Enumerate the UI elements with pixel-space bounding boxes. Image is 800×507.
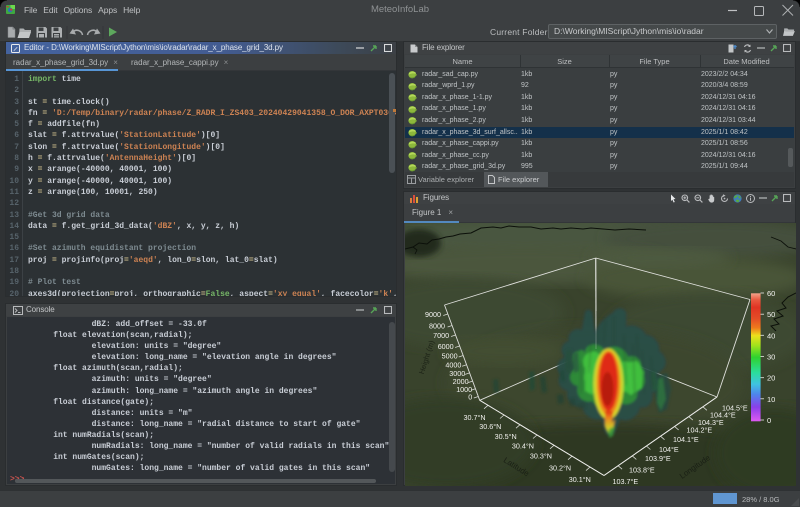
svg-text:0: 0 [468,393,472,402]
svg-text:103.7°E: 103.7°E [613,477,639,486]
svg-text:104.2°E: 104.2°E [687,426,713,435]
svg-text:30.6°N: 30.6°N [479,422,501,431]
svg-text:10: 10 [767,395,775,404]
svg-text:30.1°N: 30.1°N [569,475,591,484]
svg-text:30.7°N: 30.7°N [464,413,486,422]
svg-text:9000: 9000 [425,310,441,319]
svg-text:60: 60 [767,289,775,298]
svg-text:8000: 8000 [429,322,445,331]
svg-text:103.9°E: 103.9°E [645,454,671,463]
svg-text:0: 0 [767,416,771,425]
svg-text:30.5°N: 30.5°N [495,432,517,441]
svg-text:7000: 7000 [433,331,449,340]
svg-text:50: 50 [767,310,775,319]
svg-text:20: 20 [767,374,775,383]
svg-text:104°E: 104°E [659,445,679,454]
svg-text:30.2°N: 30.2°N [549,463,571,472]
svg-text:5000: 5000 [442,352,458,361]
svg-text:104.1°E: 104.1°E [673,435,699,444]
svg-text:30.3°N: 30.3°N [530,451,552,460]
svg-text:103.8°E: 103.8°E [629,466,655,475]
svg-text:30.4°N: 30.4°N [512,441,534,450]
svg-text:6000: 6000 [438,342,454,351]
svg-text:40: 40 [767,331,775,340]
svg-text:30: 30 [767,353,775,362]
